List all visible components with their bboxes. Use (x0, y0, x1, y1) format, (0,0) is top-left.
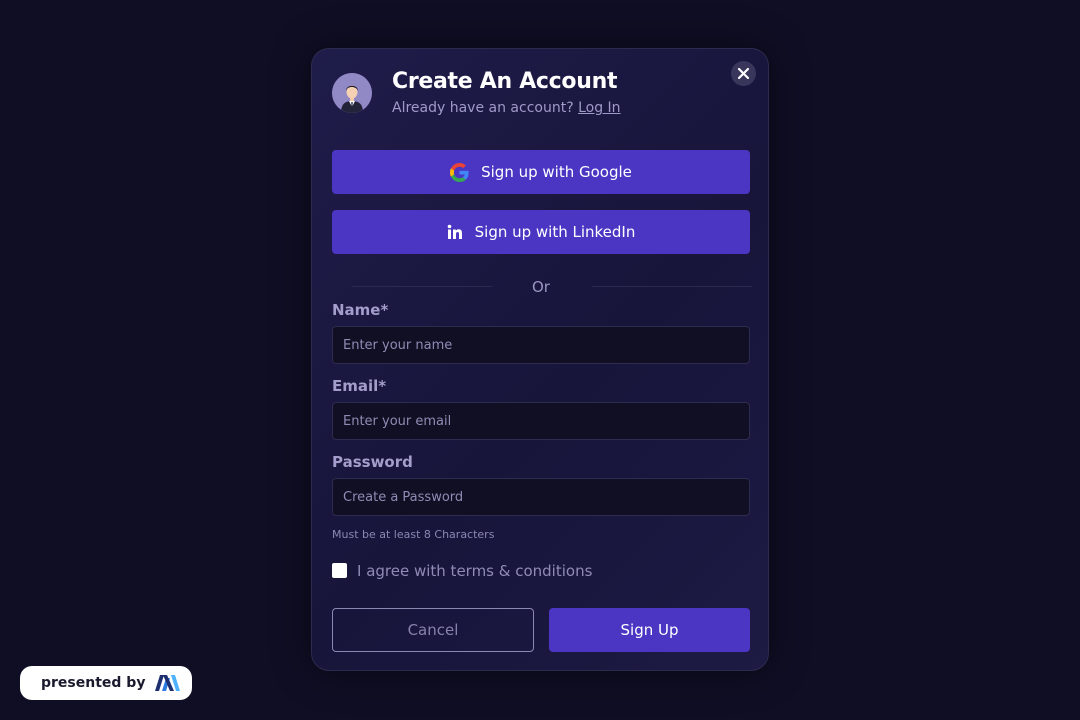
linkedin-signup-label: Sign up with LinkedIn (474, 223, 636, 241)
email-input[interactable] (332, 402, 750, 440)
linkedin-signup-button[interactable]: Sign up with LinkedIn (332, 210, 750, 254)
modal-subtitle: Already have an account? Log In (392, 100, 621, 116)
signup-modal: Create An Account Already have an accoun… (311, 48, 769, 671)
name-input[interactable] (332, 326, 750, 364)
google-signup-label: Sign up with Google (481, 163, 632, 181)
modal-title: Create An Account (392, 69, 618, 94)
close-icon (737, 67, 750, 80)
signup-button[interactable]: Sign Up (549, 608, 750, 652)
brand-logo-icon (155, 675, 181, 691)
google-signup-button[interactable]: Sign up with Google (332, 150, 750, 194)
name-label: Name* (332, 301, 389, 319)
linkedin-icon (447, 224, 462, 239)
presented-by-badge[interactable]: presented by (20, 666, 192, 700)
google-icon (450, 162, 469, 182)
subtitle-text: Already have an account? (392, 100, 574, 116)
password-hint: Must be at least 8 Characters (332, 528, 495, 541)
password-label: Password (332, 453, 413, 471)
login-link[interactable]: Log In (578, 100, 620, 116)
avatar (332, 73, 372, 113)
email-label: Email* (332, 377, 387, 395)
cancel-button[interactable]: Cancel (332, 608, 534, 652)
terms-label: I agree with terms & conditions (357, 562, 593, 580)
divider-or: Or (532, 278, 550, 296)
password-input[interactable] (332, 478, 750, 516)
close-button[interactable] (731, 61, 756, 86)
presented-by-label: presented by (41, 675, 146, 691)
terms-checkbox[interactable] (332, 563, 347, 578)
divider-line-right (592, 286, 752, 287)
user-avatar-icon (332, 73, 372, 113)
